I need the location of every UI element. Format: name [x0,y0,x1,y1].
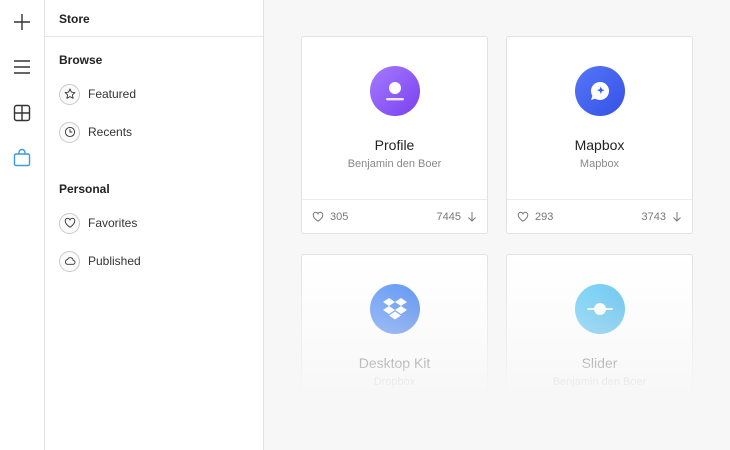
store-card-desktop-kit[interactable]: Desktop Kit Dropbox [301,254,488,450]
card-author: Benjamin den Boer [347,158,442,170]
sidebar-item-recents[interactable]: Recents [59,120,132,144]
user-icon [386,82,404,101]
dropbox-icon [383,298,407,320]
card-author: Benjamin den Boer [552,376,647,388]
card-author: Dropbox [373,376,416,388]
download-arrow-icon [468,212,476,222]
new-button[interactable] [10,10,34,34]
section-title-browse: Browse [59,53,103,67]
sidebar-header: Store [45,0,263,37]
card-logo [370,66,420,116]
download-count: 3743 [641,210,666,223]
plus-icon [14,14,30,30]
icon-rail [0,0,45,450]
sidebar-item-label: Recents [88,125,133,139]
menu-button[interactable] [10,55,34,79]
sidebar-item-label: Featured [88,87,137,101]
card-logo [575,66,625,116]
star-icon [64,88,75,99]
download-arrow-icon [673,212,681,222]
heart-icon [312,211,324,222]
card-footer: 293 3743 [507,199,692,233]
card-author: Mapbox [579,158,620,170]
store-card-profile[interactable]: Profile Benjamin den Boer 305 7445 [301,36,488,234]
sidebar-item-label: Published [88,254,141,268]
download-button[interactable]: 7445 [437,211,477,223]
section-title-personal: Personal [59,182,110,196]
card-title: Mapbox [574,137,625,153]
grid-icon [13,104,31,122]
like-button[interactable]: 293 [517,211,553,223]
card-logo [575,284,625,334]
card-title: Desktop Kit [358,355,431,371]
store-grid: Profile Benjamin den Boer 305 7445 Mapbo… [264,0,730,450]
like-button[interactable]: 305 [312,211,348,223]
download-button[interactable]: 3743 [642,211,682,223]
like-count: 305 [330,210,349,223]
clock-icon [64,126,75,138]
cloud-icon [64,257,75,265]
card-logo [370,284,420,334]
bag-icon [13,148,31,167]
layout-button[interactable] [10,101,34,125]
download-count: 7445 [436,210,461,223]
store-card-mapbox[interactable]: Mapbox Mapbox 293 3743 [506,36,693,234]
sidebar-item-published[interactable]: Published [59,249,141,273]
store-button[interactable] [10,146,34,170]
sidebar-item-favorites[interactable]: Favorites [59,211,137,235]
heart-icon [64,217,75,228]
sidebar-item-featured[interactable]: Featured [59,82,136,106]
store-card-slider[interactable]: Slider Benjamin den Boer [506,254,693,450]
heart-icon [517,211,529,222]
sidebar-item-label: Favorites [88,216,138,230]
like-count: 293 [535,210,554,223]
map-pin-icon [591,81,610,100]
card-title: Profile [374,137,415,153]
card-footer: 305 7445 [302,199,487,233]
sidebar: Store Browse Featured Recents Personal F… [45,0,264,450]
card-title: Slider [581,355,618,371]
menu-icon [14,60,30,74]
slider-icon [587,303,613,315]
